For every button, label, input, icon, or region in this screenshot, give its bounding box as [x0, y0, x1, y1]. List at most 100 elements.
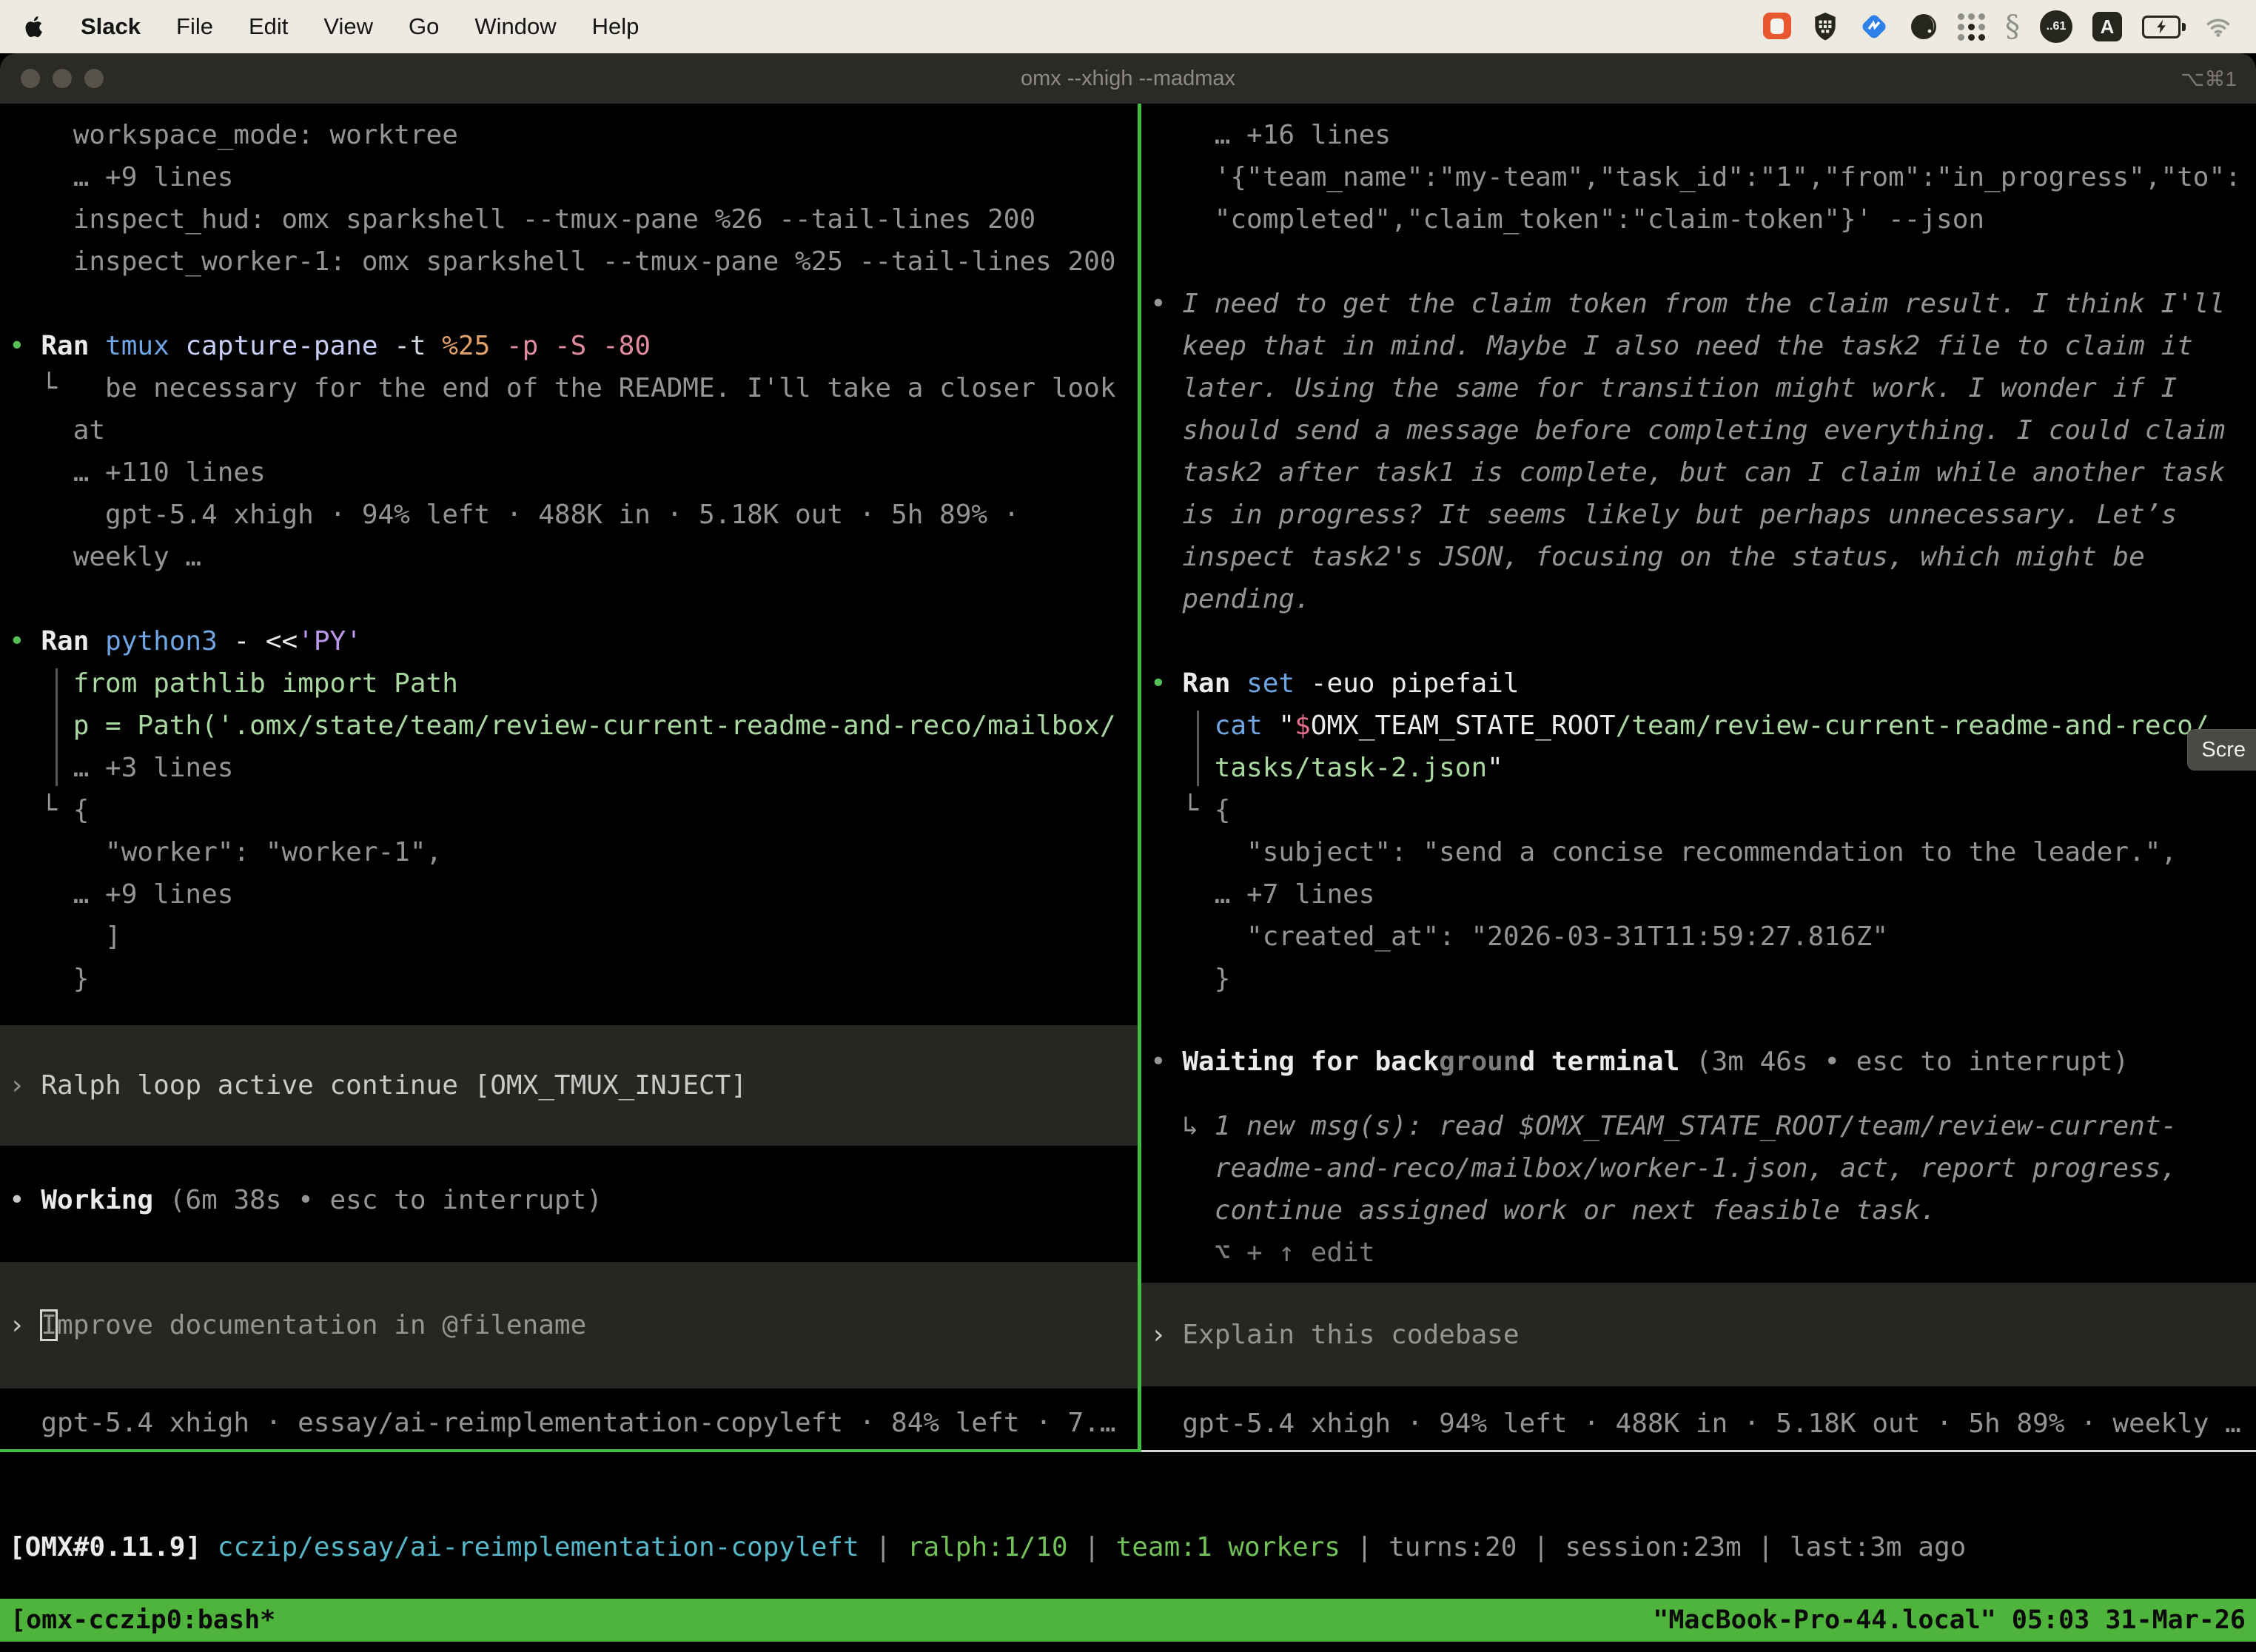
tmux-status-bar: [omx-cczip0:bash* "MacBook-Pro-44.local"…	[0, 1599, 2256, 1642]
terminal-line: p = Path('.omx/state/team/review-current…	[9, 705, 1138, 747]
terminal-line: '{"team_name":"my-team","task_id":"1","f…	[1150, 156, 2256, 198]
branch-end-icon: └	[1150, 795, 1215, 825]
omx-team-counter: team:1 workers	[1116, 1532, 1340, 1562]
thinking-line: later. Using the same for transition mig…	[1150, 367, 2256, 409]
omx-status-line: [OMX#0.11.9] cczip/essay/ai-reimplementa…	[0, 1526, 2256, 1568]
tmux-panes: workspace_mode: worktree … +9 lines insp…	[0, 104, 2256, 1452]
menu-item-app[interactable]: Slack	[81, 13, 141, 40]
thinking-line: inspect task2's JSON, focusing on the st…	[1150, 536, 2256, 578]
terminal-line: inspect_worker-1: omx sparkshell --tmux-…	[9, 241, 1138, 283]
bullet-icon: •	[1150, 1047, 1182, 1077]
terminal-line: "created_at": "2026-03-31T11:59:27.816Z"	[1150, 916, 2256, 958]
terminal-line: … +16 lines	[1150, 114, 2256, 156]
terminal-line: "completed","claim_token":"claim-token"}…	[1150, 198, 2256, 241]
terminal-content: workspace_mode: worktree … +9 lines insp…	[0, 104, 2256, 1599]
menu-item-help[interactable]: Help	[592, 13, 639, 40]
terminal-line: └ {	[1150, 789, 2256, 831]
wifi-icon[interactable]	[2206, 16, 2231, 37]
terminal-line: gpt-5.4 xhigh · 94% left · 488K in · 5.1…	[9, 494, 1138, 536]
terminal-line: ]	[9, 916, 1138, 958]
pane-worker-right: … +16 lines '{"team_name":"my-team","tas…	[1141, 104, 2256, 1452]
ran-command-line: • Ran tmux capture-pane -t %25 -p -S -80	[9, 325, 1138, 367]
agent-status-line: gpt-5.4 xhigh · essay/ai-reimplementatio…	[9, 1402, 1138, 1444]
omx-turns: turns:20	[1389, 1532, 1517, 1562]
menu-item-file[interactable]: File	[176, 13, 213, 40]
apple-menu-icon[interactable]	[25, 15, 45, 38]
chat-app-icon[interactable]	[1762, 12, 1792, 41]
blue-badge-icon[interactable]	[1859, 11, 1890, 42]
mailbox-message-line: continue assigned work or next feasible …	[1150, 1189, 2256, 1232]
omx-session-time: session:23m	[1565, 1532, 1741, 1562]
input-placeholder: mprove documentation in @filename	[57, 1310, 586, 1340]
thinking-line: task2 after task1 is complete, but can I…	[1150, 451, 2256, 494]
terminal-line: weekly …	[9, 536, 1138, 578]
branch-end-icon: └	[9, 795, 73, 825]
bullet-icon: •	[9, 331, 41, 361]
terminal-line: └ be necessary for the end of the README…	[9, 367, 1138, 409]
thinking-line: pending.	[1150, 578, 2256, 620]
prompt-icon: ›	[1150, 1320, 1182, 1350]
menu-item-view[interactable]: View	[323, 13, 373, 40]
pie-app-icon[interactable]	[1910, 13, 1938, 41]
terminal-line: … +9 lines	[9, 873, 1138, 916]
bullet-icon: •	[9, 626, 41, 657]
command-body: from pathlib import Path p = Path('.omx/…	[9, 662, 1138, 789]
terminal-line: from pathlib import Path	[9, 662, 1138, 705]
ran-command-line: • Ran set -euo pipefail	[1150, 662, 2256, 705]
prompt-input-right[interactable]: › Explain this codebase	[1141, 1283, 2256, 1386]
omx-ralph-counter: ralph:1/10	[907, 1532, 1068, 1562]
omx-last-activity: last:3m ago	[1790, 1532, 1966, 1562]
recording-count-badge-icon[interactable]: ..61	[2040, 10, 2072, 43]
working-status-line: • Working (6m 38s • esc to interrupt)	[9, 1179, 1138, 1221]
thinking-line: is in progress? It seems likely but perh…	[1150, 494, 2256, 536]
dots-grid-icon[interactable]	[1958, 13, 1985, 41]
terminal-line: }	[1150, 958, 2256, 1000]
input-placeholder: Explain this codebase	[1182, 1320, 1519, 1350]
terminal-line: inspect_hud: omx sparkshell --tmux-pane …	[9, 198, 1138, 241]
thinking-line: keep that in mind. Maybe I also need the…	[1150, 325, 2256, 367]
agent-status-line: gpt-5.4 xhigh · 94% left · 488K in · 5.1…	[1150, 1403, 2256, 1445]
battery-charging-icon[interactable]	[2142, 16, 2186, 38]
menu-left: Slack File Edit View Go Window Help	[25, 13, 639, 40]
menu-item-edit[interactable]: Edit	[249, 13, 288, 40]
macos-menu-bar: Slack File Edit View Go Window Help	[0, 0, 2256, 53]
prompt-icon: ›	[9, 1070, 41, 1101]
edit-shortcut-hint: ⌥ + ↑ edit	[1150, 1232, 2256, 1274]
tab-shortcut-hint: ⌥⌘1	[2181, 67, 2256, 91]
ralph-status-text: Ralph loop active continue [OMX_TMUX_INJ…	[41, 1070, 747, 1101]
terminal-line: └ {	[9, 789, 1138, 831]
terminal-line: … +9 lines	[9, 156, 1138, 198]
command-body: cat "$OMX_TEAM_STATE_ROOT/team/review-cu…	[1150, 705, 2256, 789]
arrow-icon: ↳	[1150, 1111, 1215, 1141]
bullet-icon: •	[9, 1185, 41, 1215]
menu-item-window[interactable]: Window	[474, 13, 556, 40]
prompt-icon: ›	[9, 1310, 41, 1340]
ran-command-line: • Ran python3 - <<'PY'	[9, 620, 1138, 662]
shield-grid-icon[interactable]	[1812, 12, 1839, 41]
input-source-icon[interactable]: A	[2092, 12, 2122, 41]
menu-bar-status-icons: § ..61 A	[1762, 10, 2231, 43]
window-footer	[0, 1642, 2256, 1652]
terminal-line: … +7 lines	[1150, 873, 2256, 916]
terminal-line: … +3 lines	[9, 747, 1138, 789]
prompt-input-left[interactable]: › Improve documentation in @filename	[0, 1262, 1138, 1389]
tmux-session-name: [omx-cczip0:bash*	[10, 1605, 275, 1635]
waiting-status-line: • Waiting for background terminal (3m 46…	[1150, 1041, 2256, 1083]
thinking-line: should send a message before completing …	[1150, 409, 2256, 451]
squiggle-icon[interactable]: §	[2005, 12, 2020, 41]
bullet-icon: •	[1150, 289, 1182, 319]
window-title-bar: omx --xhigh --madmax ⌥⌘1	[0, 53, 2256, 104]
terminal-line: … +110 lines	[9, 451, 1138, 494]
terminal-line: workspace_mode: worktree	[9, 114, 1138, 156]
tmux-host-clock: "MacBook-Pro-44.local" 05:03 31-Mar-26	[1653, 1605, 2246, 1635]
terminal-line: at	[9, 409, 1138, 451]
mailbox-message-line: readme-and-reco/mailbox/worker-1.json, a…	[1150, 1147, 2256, 1189]
menu-item-go[interactable]: Go	[409, 13, 439, 40]
omx-version: [OMX#0.11.9]	[9, 1532, 201, 1562]
terminal-line: "subject": "send a concise recommendatio…	[1150, 831, 2256, 873]
ralph-status-banner: › Ralph loop active continue [OMX_TMUX_I…	[0, 1025, 1138, 1146]
bullet-icon: •	[1150, 668, 1182, 699]
omx-repo: cczip/essay/ai-reimplementation-copyleft	[218, 1532, 859, 1562]
terminal-line: }	[9, 958, 1138, 1000]
window-title: omx --xhigh --madmax	[0, 67, 2256, 91]
